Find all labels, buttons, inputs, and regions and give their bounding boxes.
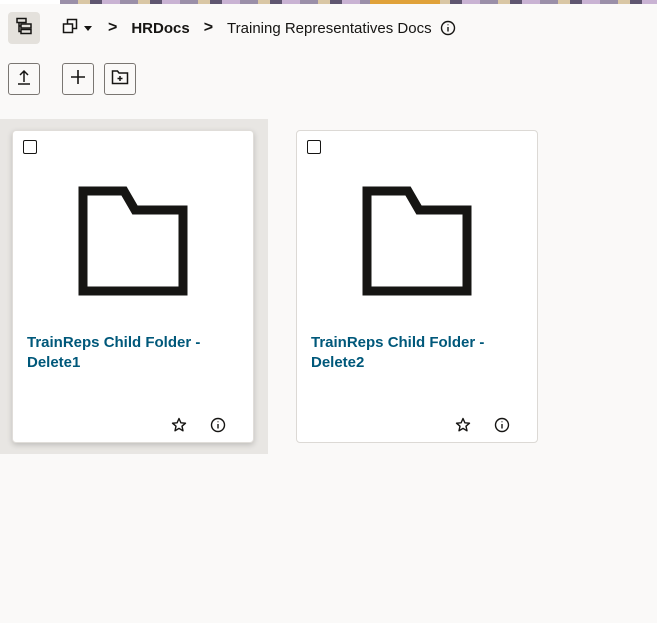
banner-pattern [60,0,657,4]
toolbar [8,63,136,95]
top-banner-strip [0,0,657,4]
breadcrumb-separator: > [203,19,214,36]
hierarchy-tree-icon [15,17,33,40]
breadcrumb-item-current: Training Representatives Docs [227,19,432,37]
banner-accent [370,0,440,4]
breadcrumb-separator: > [108,19,118,36]
folder-card[interactable]: TrainReps Child Folder - Delete2 [296,130,538,443]
folder-title-link[interactable]: TrainReps Child Folder - Delete2 [311,333,511,373]
folder-icon [361,185,473,302]
folder-card[interactable]: TrainReps Child Folder - Delete1 [12,130,254,443]
select-checkbox[interactable] [307,140,321,154]
star-icon[interactable] [171,417,187,438]
select-checkbox[interactable] [23,140,37,154]
add-button[interactable] [62,63,94,95]
chevron-down-icon [84,25,92,31]
upload-button[interactable] [8,63,40,95]
folder-icon [77,185,189,302]
info-icon[interactable] [494,417,510,438]
upload-icon [15,68,33,91]
workspace-menu-button[interactable] [62,18,92,39]
breadcrumb: > HRDocs > Training Representatives Docs [8,12,456,44]
workspace-menu-icon [62,18,78,39]
info-icon[interactable] [440,20,456,36]
info-icon[interactable] [210,417,226,438]
new-folder-button[interactable] [104,63,136,95]
folder-title-link[interactable]: TrainReps Child Folder - Delete1 [27,333,227,373]
breadcrumb-item-hrdocs[interactable]: HRDocs [131,20,189,37]
tree-view-button[interactable] [8,12,40,44]
star-icon[interactable] [455,417,471,438]
plus-icon [69,68,87,91]
new-folder-icon [111,68,129,91]
